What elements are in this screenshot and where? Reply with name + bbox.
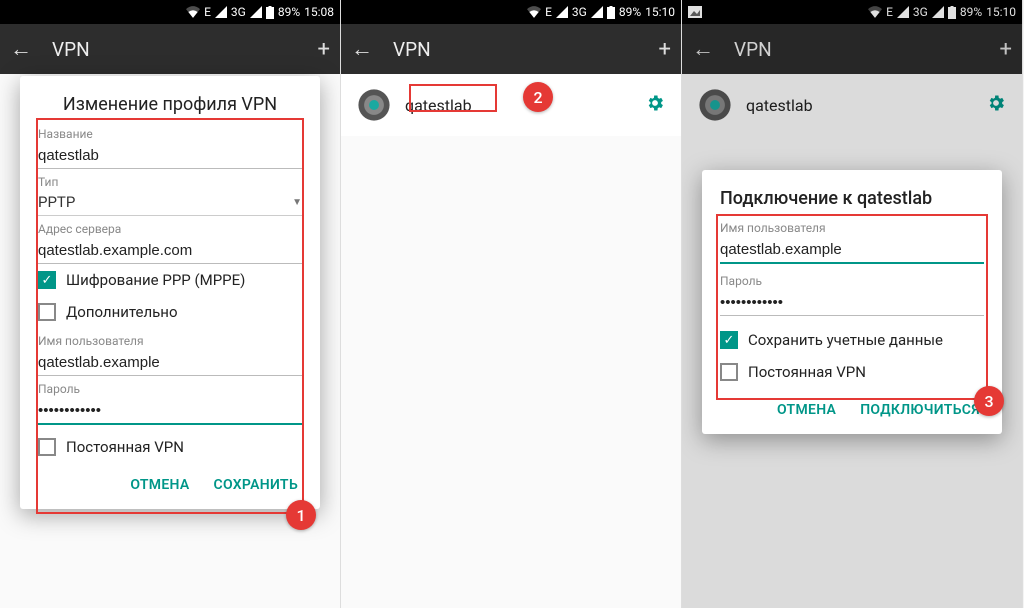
- cancel-button[interactable]: ОТМЕНА: [130, 477, 189, 493]
- checkbox-checked-icon: ✓: [720, 331, 738, 349]
- battery-icon: [948, 6, 956, 19]
- cancel-button[interactable]: ОТМЕНА: [777, 402, 836, 418]
- vpn-settings-gear-icon[interactable]: [645, 93, 665, 118]
- advanced-label: Дополнительно: [66, 303, 178, 321]
- signal-icon: [215, 6, 227, 18]
- battery-icon: [607, 6, 615, 19]
- name-label: Название: [38, 127, 302, 141]
- back-icon[interactable]: ←: [692, 36, 714, 62]
- network-e: E: [886, 5, 893, 19]
- app-header: ← VPN +: [682, 24, 1022, 74]
- screenshot-icon: [688, 6, 702, 18]
- step-badge-1: 1: [286, 500, 316, 530]
- signal-icon-2: [250, 6, 262, 18]
- network-e: E: [545, 5, 552, 19]
- vpn-gear-icon: [698, 88, 732, 122]
- dialog-actions: ОТМЕНА ПОДКЛЮЧИТЬСЯ: [720, 388, 984, 424]
- perm-label: Постоянная VPN: [66, 438, 184, 456]
- add-icon[interactable]: +: [1000, 37, 1012, 62]
- pass-label: Пароль: [720, 274, 984, 288]
- battery-pct: 89%: [619, 5, 641, 19]
- dialog-actions: ОТМЕНА СОХРАНИТЬ: [38, 463, 302, 499]
- battery-pct: 89%: [278, 5, 300, 19]
- ppp-checkbox-row[interactable]: ✓ Шифрование PPP (MPPE): [38, 264, 302, 296]
- network-e: E: [204, 5, 211, 19]
- permanent-checkbox-row[interactable]: Постоянная VPN: [38, 431, 302, 463]
- server-label: Адрес сервера: [38, 222, 302, 236]
- checkbox-icon: [720, 363, 738, 381]
- signal-icon: [897, 6, 909, 18]
- ppp-label: Шифрование PPP (MPPE): [66, 271, 245, 289]
- app-header: ← VPN +: [341, 24, 681, 74]
- wifi-icon: [868, 6, 882, 18]
- phone-2-vpn-list: E 3G 89% 15:10 ← VPN + qatestlab 2: [341, 0, 682, 608]
- battery-pct: 89%: [960, 5, 982, 19]
- vpn-entry-name: qatestlab: [746, 96, 972, 115]
- clock: 15:08: [304, 5, 334, 19]
- phone-3-connect-dialog: E 3G 89% 15:10 ← VPN + qatestlab Подключ…: [682, 0, 1023, 608]
- network-3g: 3G: [572, 5, 587, 19]
- save-cred-label: Сохранить учетные данные: [748, 331, 943, 349]
- permanent-checkbox-row[interactable]: Постоянная VPN: [720, 356, 984, 388]
- type-select[interactable]: PPTP ▼: [38, 189, 302, 216]
- user-label: Имя пользователя: [38, 334, 302, 348]
- dialog-title: Подключение к qatestlab: [720, 188, 984, 209]
- user-input[interactable]: [38, 348, 302, 376]
- battery-icon: [266, 6, 274, 19]
- type-label: Тип: [38, 175, 302, 189]
- signal-icon-2: [932, 6, 944, 18]
- vpn-list-item[interactable]: qatestlab: [682, 74, 1022, 136]
- user-label: Имя пользователя: [720, 221, 984, 235]
- page-title: VPN: [393, 38, 639, 61]
- server-input[interactable]: [38, 236, 302, 264]
- app-header: ← VPN +: [0, 24, 340, 74]
- perm-label: Постоянная VPN: [748, 363, 866, 381]
- page-title: VPN: [52, 38, 298, 61]
- dialog-title: Изменение профиля VPN: [38, 94, 302, 115]
- wifi-icon: [186, 6, 200, 18]
- checkbox-icon: [38, 438, 56, 456]
- user-input[interactable]: [720, 235, 984, 264]
- pass-input[interactable]: [38, 396, 302, 425]
- save-button[interactable]: СОХРАНИТЬ: [214, 477, 298, 493]
- advanced-checkbox-row[interactable]: Дополнительно: [38, 296, 302, 328]
- back-icon[interactable]: ←: [10, 36, 32, 62]
- network-3g: 3G: [231, 5, 246, 19]
- signal-icon: [556, 6, 568, 18]
- clock: 15:10: [645, 5, 675, 19]
- status-bar: E 3G 89% 15:10: [341, 0, 681, 24]
- vpn-settings-gear-icon[interactable]: [986, 93, 1006, 118]
- connect-button[interactable]: ПОДКЛЮЧИТЬСЯ: [860, 402, 980, 418]
- type-value: PPTP: [38, 193, 292, 211]
- back-icon[interactable]: ←: [351, 36, 373, 62]
- edit-profile-dialog: Изменение профиля VPN Название Тип PPTP …: [20, 76, 320, 509]
- signal-icon-2: [591, 6, 603, 18]
- pass-input[interactable]: [720, 288, 984, 316]
- phone-1-edit-profile: E 3G 89% 15:08 ← VPN + Изменение профиля…: [0, 0, 341, 608]
- add-icon[interactable]: +: [318, 37, 330, 62]
- status-bar: E 3G 89% 15:08: [0, 0, 340, 24]
- network-3g: 3G: [913, 5, 928, 19]
- step-badge-2: 2: [523, 82, 553, 112]
- vpn-gear-icon: [357, 88, 391, 122]
- checkbox-checked-icon: ✓: [38, 271, 56, 289]
- vpn-entry-name: qatestlab: [405, 96, 631, 115]
- checkbox-icon: [38, 303, 56, 321]
- status-bar: E 3G 89% 15:10: [682, 0, 1022, 24]
- pass-label: Пароль: [38, 382, 302, 396]
- name-input[interactable]: [38, 141, 302, 169]
- vpn-list-item[interactable]: qatestlab: [341, 74, 681, 136]
- add-icon[interactable]: +: [659, 37, 671, 62]
- save-cred-checkbox-row[interactable]: ✓ Сохранить учетные данные: [720, 324, 984, 356]
- chevron-down-icon: ▼: [292, 197, 302, 208]
- page-title: VPN: [734, 38, 980, 61]
- connect-dialog: Подключение к qatestlab Имя пользователя…: [702, 170, 1002, 434]
- step-badge-3: 3: [974, 386, 1004, 416]
- clock: 15:10: [986, 5, 1016, 19]
- wifi-icon: [527, 6, 541, 18]
